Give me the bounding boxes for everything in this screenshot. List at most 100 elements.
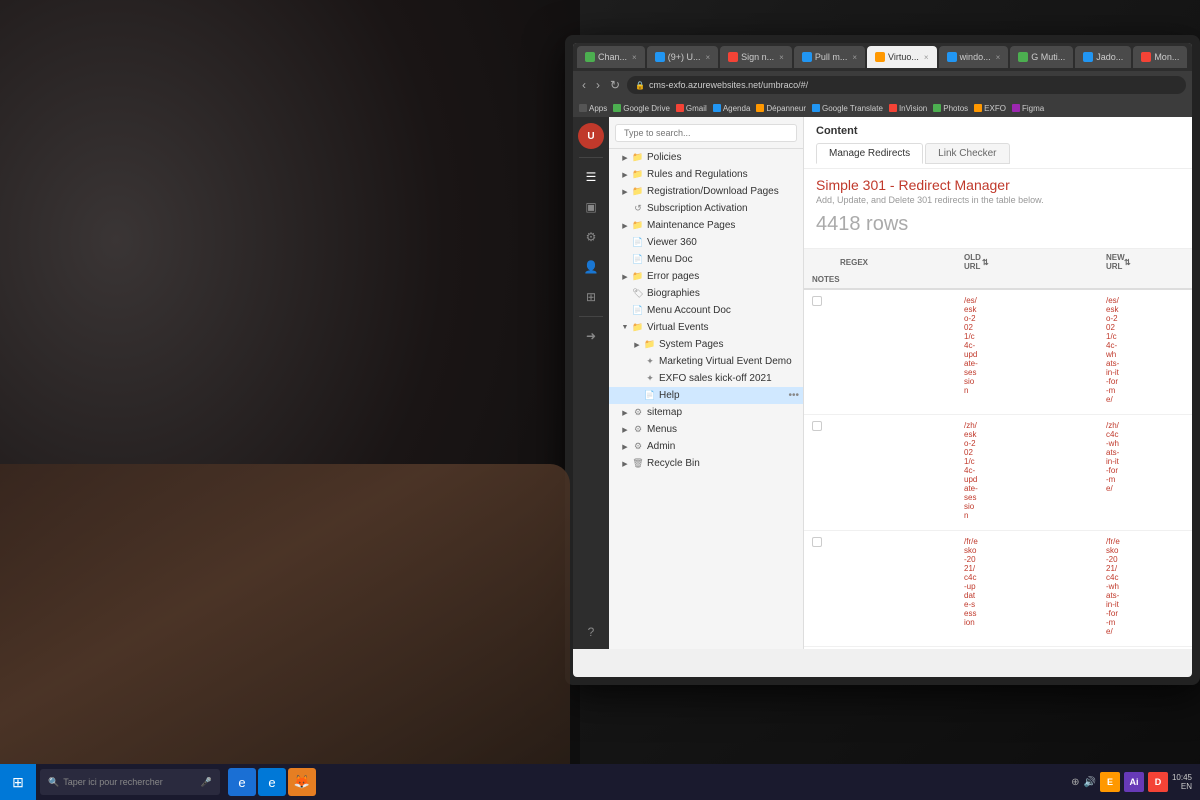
app-logo[interactable]: U — [578, 123, 604, 149]
tree-label-menuacct: Menu Account Doc — [647, 305, 799, 316]
tree-label-subscription: Subscription Activation — [647, 203, 799, 214]
tree-item-syspages[interactable]: ▶ 📁 System Pages — [609, 336, 803, 353]
tab-close-6[interactable]: × — [996, 53, 1001, 62]
tree-item-admin[interactable]: ▶ ⚙ Admin — [609, 438, 803, 455]
tab-close-4[interactable]: × — [852, 53, 857, 62]
tree-icon-recycle: 🗑 — [632, 458, 644, 469]
tab-close-1[interactable]: × — [632, 53, 637, 62]
tree-label-syspages: System Pages — [659, 339, 799, 350]
tab-8[interactable]: Jado... — [1075, 46, 1131, 68]
tree-item-maintenance[interactable]: ▶ 📁 Maintenance Pages — [609, 217, 803, 234]
bookmark-agenda-icon — [713, 104, 721, 112]
laptop-screen: Chan... × (9+) U... × Sign n... × Pull m… — [573, 43, 1192, 677]
sidebar-forms-icon[interactable]: ⊞ — [580, 286, 602, 308]
tab-favicon-1 — [585, 52, 595, 62]
tree-item-policies[interactable]: ▶ 📁 Policies — [609, 149, 803, 166]
tree-item-error[interactable]: ▶ 📁 Error pages — [609, 268, 803, 285]
tab-close-2[interactable]: × — [705, 53, 710, 62]
bookmark-exfo[interactable]: EXFO — [974, 104, 1006, 113]
tree-icon-exfo: ✦ — [644, 373, 656, 384]
tab-4[interactable]: Pull m... × — [794, 46, 865, 68]
tab-7[interactable]: G Muti... — [1010, 46, 1073, 68]
tree-item-subscription[interactable]: ↺ Subscription Activation — [609, 200, 803, 217]
tree-arrow-maint: ▶ — [621, 222, 629, 230]
tree-item-rules[interactable]: ▶ 📁 Rules and Regulations — [609, 166, 803, 183]
bookmark-invision[interactable]: InVision — [889, 104, 927, 113]
table-row: /fr/esko-2021/c4c-update-session /fr/esk… — [804, 531, 1192, 647]
tree-folder-virtual: 📁 — [632, 322, 644, 333]
tree-item-menuacct[interactable]: 📄 Menu Account Doc — [609, 302, 803, 319]
tree-item-bio[interactable]: 🏷 Biographies — [609, 285, 803, 302]
bookmark-translate[interactable]: Google Translate — [812, 104, 883, 113]
sidebar-settings-icon[interactable]: ⚙ — [580, 226, 602, 248]
tab-label-2: (9+) U... — [668, 52, 701, 62]
laptop: Chan... × (9+) U... × Sign n... × Pull m… — [565, 35, 1200, 685]
bookmark-drive[interactable]: Google Drive — [613, 104, 670, 113]
ie-logo: e — [238, 775, 245, 790]
tab-close-3[interactable]: × — [779, 53, 784, 62]
tab-3[interactable]: Sign n... × — [720, 46, 792, 68]
tab-close-5[interactable]: × — [924, 53, 929, 62]
refresh-button[interactable]: ↻ — [607, 78, 623, 92]
address-bar[interactable]: 🔒 cms-exfo.azurewebsites.net/umbraco/#/ — [627, 76, 1186, 94]
tab-label-5: Virtuo... — [888, 52, 919, 62]
back-button[interactable]: ‹ — [579, 78, 589, 92]
tree-item-marketing[interactable]: ✦ Marketing Virtual Event Demo — [609, 353, 803, 370]
bookmark-gmail[interactable]: Gmail — [676, 104, 707, 113]
sidebar-divider-1 — [579, 157, 603, 158]
tab-manage-redirects[interactable]: Manage Redirects — [816, 143, 923, 164]
tab-favicon-4 — [802, 52, 812, 62]
tree-search-input[interactable] — [615, 124, 797, 142]
tree-item-exfo-sales[interactable]: ✦ EXFO sales kick-off 2021 — [609, 370, 803, 387]
left-sidebar: U ☰ ▣ ⚙ 👤 ⊞ ➜ ? — [573, 117, 609, 649]
firefox-taskbar-icon[interactable]: 🦊 — [288, 768, 316, 796]
tree-item-menudoc[interactable]: 📄 Menu Doc — [609, 251, 803, 268]
forward-button[interactable]: › — [593, 78, 603, 92]
tree-item-sitemap[interactable]: ▶ ⚙ sitemap — [609, 404, 803, 421]
tab-1[interactable]: Chan... × — [577, 46, 645, 68]
sidebar-deploy-icon[interactable]: ➜ — [580, 325, 602, 347]
tree-label-registration: Registration/Download Pages — [647, 186, 799, 197]
bookmark-depanneur[interactable]: Dépanneur — [756, 104, 806, 113]
tree-item-recycle[interactable]: ▶ 🗑 Recycle Bin — [609, 455, 803, 472]
tab-link-checker[interactable]: Link Checker — [925, 143, 1009, 164]
row-new-url-3: /fr/esko-2021/c4c-whats-in-it-for-me/ — [1106, 537, 1120, 636]
tab-2[interactable]: (9+) U... × — [647, 46, 718, 68]
edge-taskbar-icon[interactable]: e — [258, 768, 286, 796]
ie-taskbar-icon[interactable]: e — [228, 768, 256, 796]
sidebar-content-icon[interactable]: ☰ — [580, 166, 602, 188]
taskbar-search[interactable]: 🔍 Taper ici pour rechercher 🎤 — [40, 769, 220, 795]
redirect-manager-title: Simple 301 - Redirect Manager — [816, 177, 1180, 193]
tab-5[interactable]: Virtuo... × — [867, 46, 937, 68]
table-row: /zh/esko-2021/c4c-update-session /zh/c4c… — [804, 415, 1192, 531]
start-button[interactable]: ⊞ — [0, 764, 36, 800]
tab-6[interactable]: windo... × — [939, 46, 1009, 68]
sidebar-media-icon[interactable]: ▣ — [580, 196, 602, 218]
bookmark-apps[interactable]: Apps — [579, 104, 607, 113]
more-options-button[interactable]: ••• — [788, 390, 799, 401]
row-checkbox-2[interactable] — [812, 421, 822, 431]
bookmark-photos[interactable]: Photos — [933, 104, 968, 113]
row-checkbox-3[interactable] — [812, 537, 822, 547]
tree-icon-bio: 🏷 — [632, 288, 644, 299]
tree-icon-admin: ⚙ — [632, 441, 644, 452]
row-checkbox-1[interactable] — [812, 296, 822, 306]
sidebar-help-icon[interactable]: ? — [580, 621, 602, 643]
row-old-url-2: /zh/esko-2021/c4c-update-session — [964, 421, 978, 520]
microphone-icon[interactable]: 🎤 — [201, 777, 212, 788]
date-display: EN — [1172, 782, 1192, 791]
tree-item-help[interactable]: 📄 Help ••• — [609, 387, 803, 404]
tree-item-virtual[interactable]: ▼ 📁 Virtual Events — [609, 319, 803, 336]
row-new-url-2: /zh/c4c-whats-in-it-for-me/ — [1106, 421, 1120, 493]
tree-item-menus[interactable]: ▶ ⚙ Menus — [609, 421, 803, 438]
sidebar-users-icon[interactable]: 👤 — [580, 256, 602, 278]
tab-favicon-2 — [655, 52, 665, 62]
tree-label-marketing: Marketing Virtual Event Demo — [659, 356, 799, 367]
tree-item-registration[interactable]: ▶ 📁 Registration/Download Pages — [609, 183, 803, 200]
sidebar-divider-2 — [579, 316, 603, 317]
exfo-sys-icon: E — [1100, 772, 1120, 792]
bookmark-agenda[interactable]: Agenda — [713, 104, 751, 113]
tree-item-viewer[interactable]: 📄 Viewer 360 — [609, 234, 803, 251]
tab-9[interactable]: Mon... — [1133, 46, 1187, 68]
bookmark-figma[interactable]: Figma — [1012, 104, 1044, 113]
